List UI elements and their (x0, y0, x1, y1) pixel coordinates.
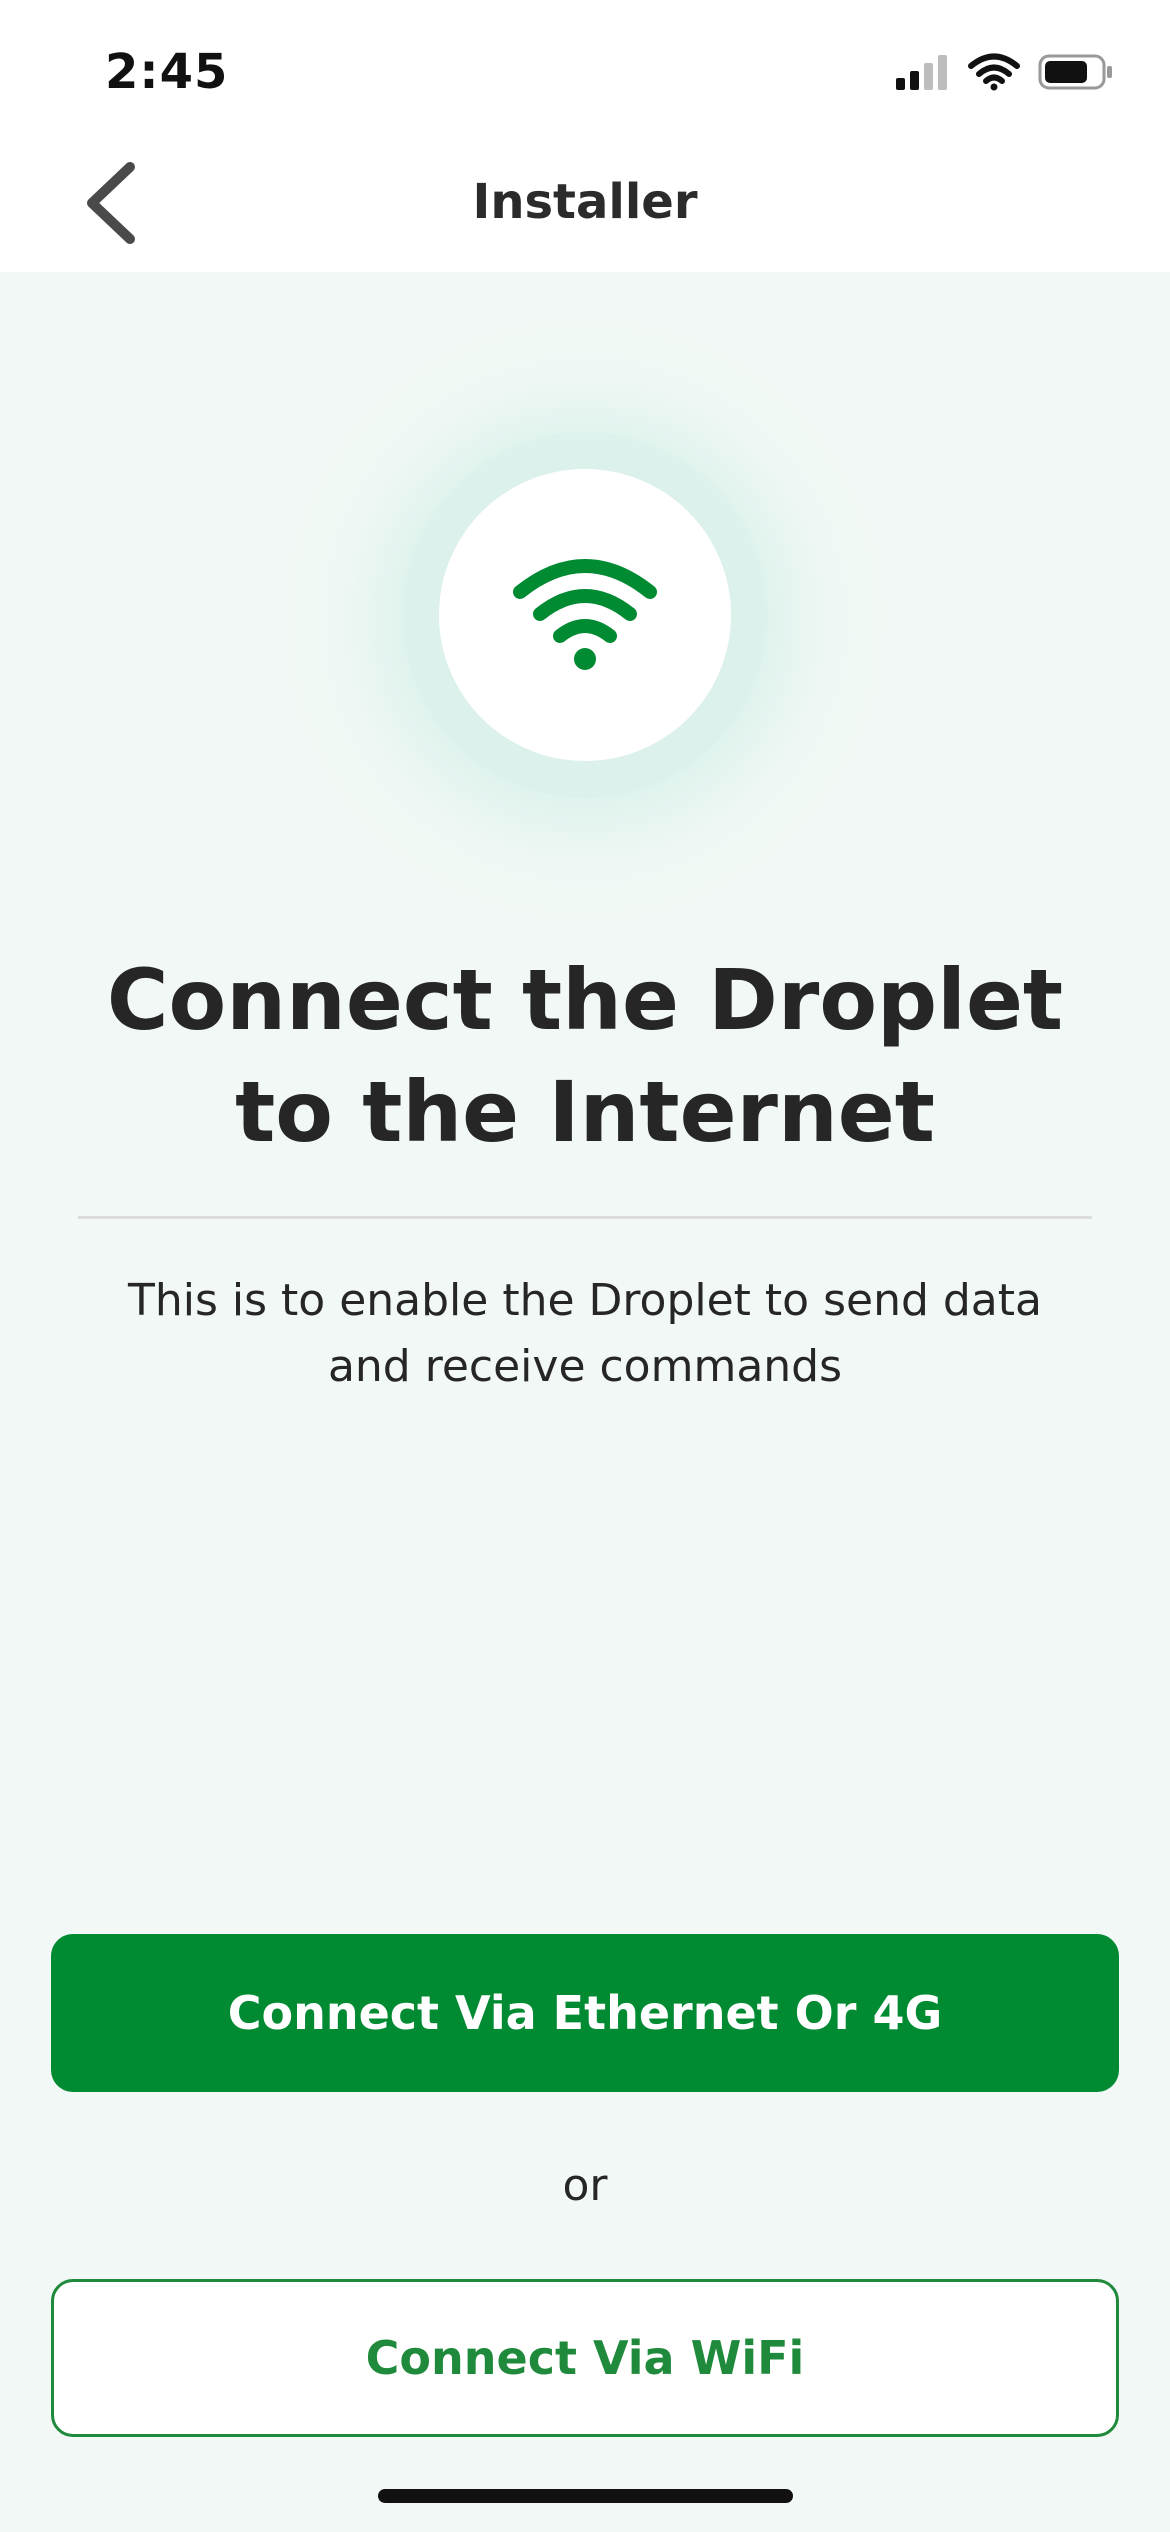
status-time: 2:45 (105, 44, 229, 100)
top-bar: 2:45 Installer (0, 0, 1170, 272)
wifi-badge (439, 469, 731, 761)
connect-ethernet-4g-button[interactable]: Connect Via Ethernet Or 4G (51, 1934, 1119, 2092)
main-heading: Connect the Droplet to the Internet (106, 951, 1064, 1161)
connect-wifi-button[interactable]: Connect Via WiFi (51, 2279, 1119, 2437)
cellular-signal-icon (896, 54, 950, 94)
wifi-icon (510, 554, 660, 676)
connect-wifi-label: Connect Via WiFi (365, 2331, 805, 2385)
app-screen: 2:45 Installer Connect the Droplet to th… (0, 0, 1170, 2532)
page-title: Installer (472, 174, 698, 230)
description-text: This is to enable the Droplet to send da… (128, 1275, 1042, 1392)
battery-icon (1038, 53, 1114, 95)
divider (78, 1216, 1092, 1219)
home-indicator (378, 2489, 793, 2503)
connect-ethernet-4g-label: Connect Via Ethernet Or 4G (227, 1986, 943, 2040)
status-icons (896, 52, 1114, 96)
wifi-icon (968, 53, 1020, 95)
or-separator: or (562, 2160, 608, 2211)
